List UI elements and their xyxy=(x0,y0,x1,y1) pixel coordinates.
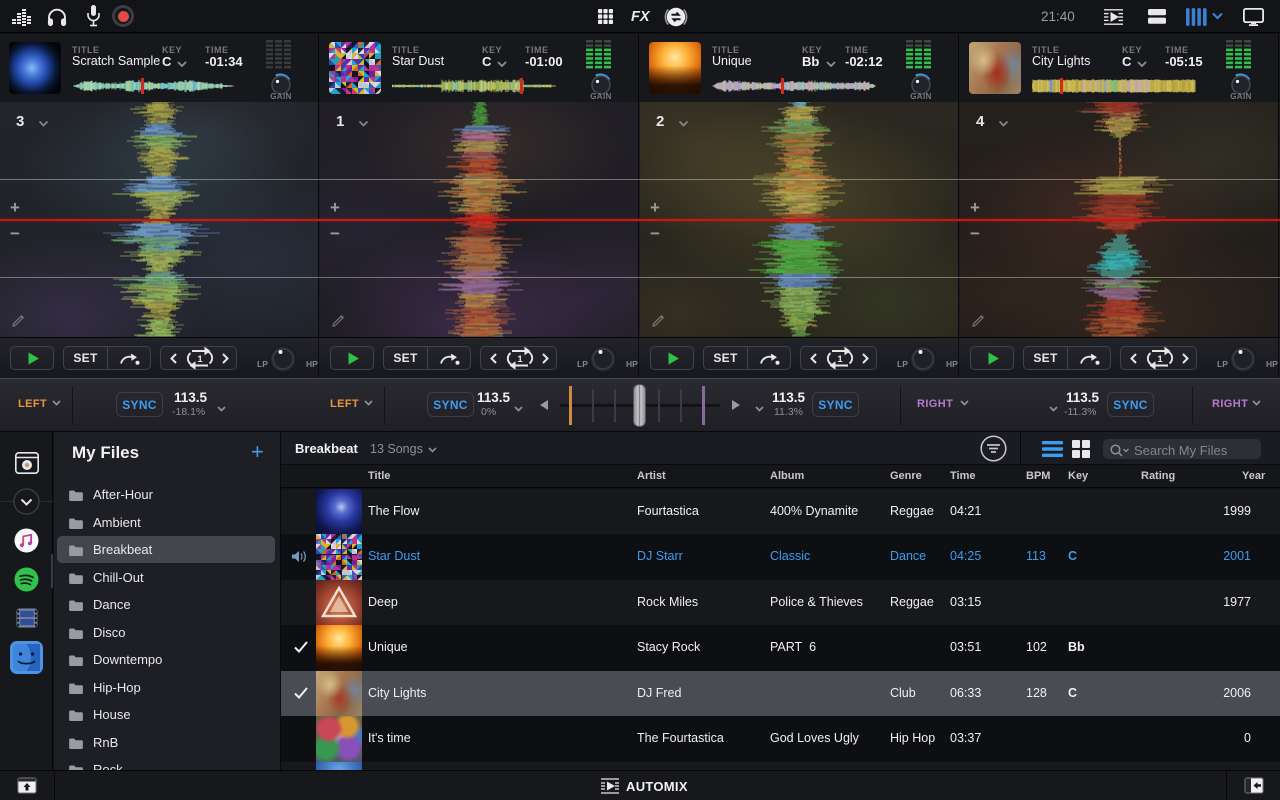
svg-text:1: 1 xyxy=(517,354,523,365)
svg-text:1: 1 xyxy=(197,354,203,365)
svg-text:1: 1 xyxy=(1157,354,1163,365)
svg-text:1: 1 xyxy=(837,354,843,365)
